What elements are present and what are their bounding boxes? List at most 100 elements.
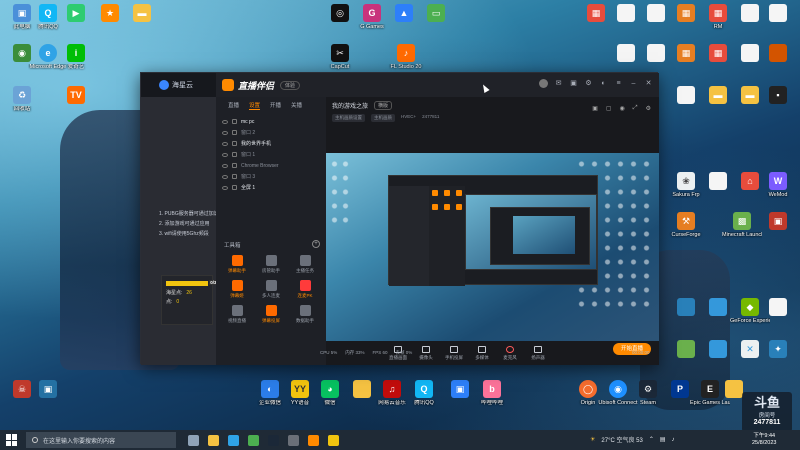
- tool-item[interactable]: 房管助手: [254, 255, 288, 274]
- menu-icon[interactable]: ≡: [614, 79, 623, 88]
- windows-start-icon[interactable]: [6, 434, 18, 446]
- edge-icon[interactable]: [228, 434, 239, 446]
- tool-item[interactable]: 弹幕投屏: [254, 305, 288, 324]
- room-id: 2477811: [422, 114, 440, 119]
- tab-stop[interactable]: 关播: [291, 101, 302, 110]
- desktop-icon-app-f[interactable]: ✦: [758, 340, 798, 358]
- desktop-icon-network[interactable]: ◉: [2, 44, 42, 62]
- source-item[interactable]: 窗口 3: [216, 171, 326, 182]
- task-icon: [299, 255, 311, 266]
- desktop-icon-wemod[interactable]: W WeMod: [758, 172, 798, 199]
- source-item[interactable]: 我的世界手机: [216, 138, 326, 149]
- source-item[interactable]: mc pc: [216, 116, 326, 127]
- steam-icon[interactable]: [268, 434, 279, 446]
- lock-icon[interactable]: [232, 174, 237, 179]
- taskbar-clock[interactable]: 下午9:44 25/8/2023: [752, 433, 776, 447]
- source-item[interactable]: 窗口 1: [216, 149, 326, 160]
- eye-icon[interactable]: [222, 130, 228, 135]
- folder-icon: ▬: [133, 4, 151, 22]
- tool-item[interactable]: 数据助手: [288, 305, 322, 324]
- tool-item[interactable]: 多人连麦: [254, 280, 288, 299]
- lock-icon[interactable]: [232, 141, 237, 146]
- source-item[interactable]: Chrome Browser: [216, 160, 326, 171]
- tab-live[interactable]: 直播: [228, 101, 239, 110]
- eye-icon[interactable]: [222, 174, 228, 179]
- lock-icon[interactable]: [232, 163, 237, 168]
- eye-icon[interactable]: [222, 119, 228, 124]
- avatar[interactable]: [539, 79, 548, 88]
- g-games-icon: G: [363, 4, 381, 22]
- tool-item[interactable]: 弹幕姬: [220, 280, 254, 299]
- network-icon[interactable]: ▤: [660, 436, 666, 443]
- lock-icon[interactable]: [232, 119, 237, 124]
- tool-item[interactable]: 主播任务: [288, 255, 322, 274]
- minimize-icon[interactable]: –: [629, 79, 638, 88]
- orientation-tag[interactable]: 横版: [374, 101, 393, 110]
- gift-icon[interactable]: ▣: [569, 79, 578, 88]
- eye-icon[interactable]: [222, 141, 228, 146]
- qq-icon: Q: [415, 380, 433, 398]
- speaker-button[interactable]: 扬声器: [524, 345, 552, 361]
- source-item[interactable]: 全屏 1: [216, 182, 326, 193]
- desktop-icon-doc-13[interactable]: [758, 44, 798, 62]
- record-icon[interactable]: ◉: [620, 105, 625, 112]
- network-icon: ◉: [13, 44, 31, 62]
- app-icon[interactable]: [328, 434, 339, 446]
- add-tool-icon[interactable]: +: [312, 240, 320, 248]
- live-companion-icon[interactable]: [308, 434, 319, 446]
- lock-icon[interactable]: ▢: [606, 105, 612, 112]
- eye-icon[interactable]: [222, 163, 228, 168]
- app-icon: [709, 340, 727, 358]
- desktop-icon-capcut2[interactable]: ✂ CapCut: [320, 44, 360, 71]
- media-button[interactable]: 多媒体: [468, 345, 496, 361]
- desktop-icon-world[interactable]: ▣: [758, 212, 798, 230]
- chrome-icon[interactable]: [248, 434, 259, 446]
- settings-icon[interactable]: ⚙: [646, 105, 651, 112]
- volume-icon[interactable]: ♪: [672, 437, 675, 443]
- weather-icon[interactable]: ☀: [590, 436, 595, 443]
- desktop-icon-bilibili[interactable]: b 哔哩哔哩: [472, 380, 512, 407]
- taskbar-search[interactable]: 在这里输入你要搜索的内容: [26, 432, 176, 448]
- tool-item[interactable]: 连麦PK: [288, 280, 322, 299]
- settings-icon[interactable]: ⚙: [584, 79, 593, 88]
- desktop-icon-app-g[interactable]: ▣: [28, 380, 68, 398]
- task-view-icon[interactable]: [188, 434, 199, 446]
- desktop-icon-recycle[interactable]: ♻ 回收站: [2, 86, 42, 113]
- lock-icon[interactable]: [232, 185, 237, 190]
- desktop-icon-qq2[interactable]: Q 腾讯QQ: [404, 380, 444, 407]
- desktop-icon-folder[interactable]: ▬: [122, 4, 162, 22]
- tab-settings[interactable]: 设置: [249, 101, 261, 110]
- microphone-button[interactable]: 麦克风: [496, 345, 524, 361]
- screenshot-icon[interactable]: ▣: [592, 105, 598, 112]
- version-badge[interactable]: 体验: [280, 80, 301, 90]
- phone-cast-button[interactable]: 手机投屏: [440, 345, 468, 361]
- file-explorer-icon[interactable]: [208, 434, 219, 446]
- desktop-icon-doc-17[interactable]: ▪: [758, 86, 798, 104]
- app-icon[interactable]: [288, 434, 299, 446]
- lock-icon[interactable]: [232, 130, 237, 135]
- eye-icon[interactable]: [222, 152, 228, 157]
- desktop-icon-flstudio[interactable]: ♪ FL Studio 20: [386, 44, 426, 71]
- desktop-icon-iqiyi[interactable]: i 爱奇艺: [56, 44, 96, 71]
- eye-icon[interactable]: [222, 185, 228, 190]
- desktop-icon-doc-19[interactable]: [758, 298, 798, 316]
- lock-icon[interactable]: [232, 152, 237, 157]
- desktop-icon-tv[interactable]: TV: [56, 86, 96, 104]
- camera-button[interactable]: 摄像头: [412, 345, 440, 361]
- desktop-icon-doc-7[interactable]: [758, 4, 798, 22]
- source-item[interactable]: 窗口 2: [216, 127, 326, 138]
- close-icon[interactable]: ✕: [644, 79, 653, 88]
- tab-start[interactable]: 开播: [270, 101, 281, 110]
- tool-item[interactable]: 弹幕助手: [220, 255, 254, 274]
- tool-item[interactable]: 视频直播: [220, 305, 254, 324]
- message-icon[interactable]: ✉: [554, 79, 563, 88]
- desktop-icon-minecraft[interactable]: ▩Minecraft Launcher: [722, 212, 762, 239]
- fullscreen-icon[interactable]: ⤢: [633, 105, 638, 112]
- stream-title[interactable]: 我的游戏之旅: [332, 101, 368, 110]
- desktop-icon-curseforge[interactable]: ⚒ CurseForge: [666, 212, 706, 239]
- live-preview-canvas[interactable]: [326, 153, 659, 341]
- skin-icon[interactable]: ◐: [599, 79, 608, 88]
- desktop-icon-display[interactable]: ▭: [416, 4, 456, 22]
- chevron-up-icon[interactable]: ⌃: [649, 436, 654, 443]
- weather-text[interactable]: 27°C 空气良 53: [601, 435, 642, 444]
